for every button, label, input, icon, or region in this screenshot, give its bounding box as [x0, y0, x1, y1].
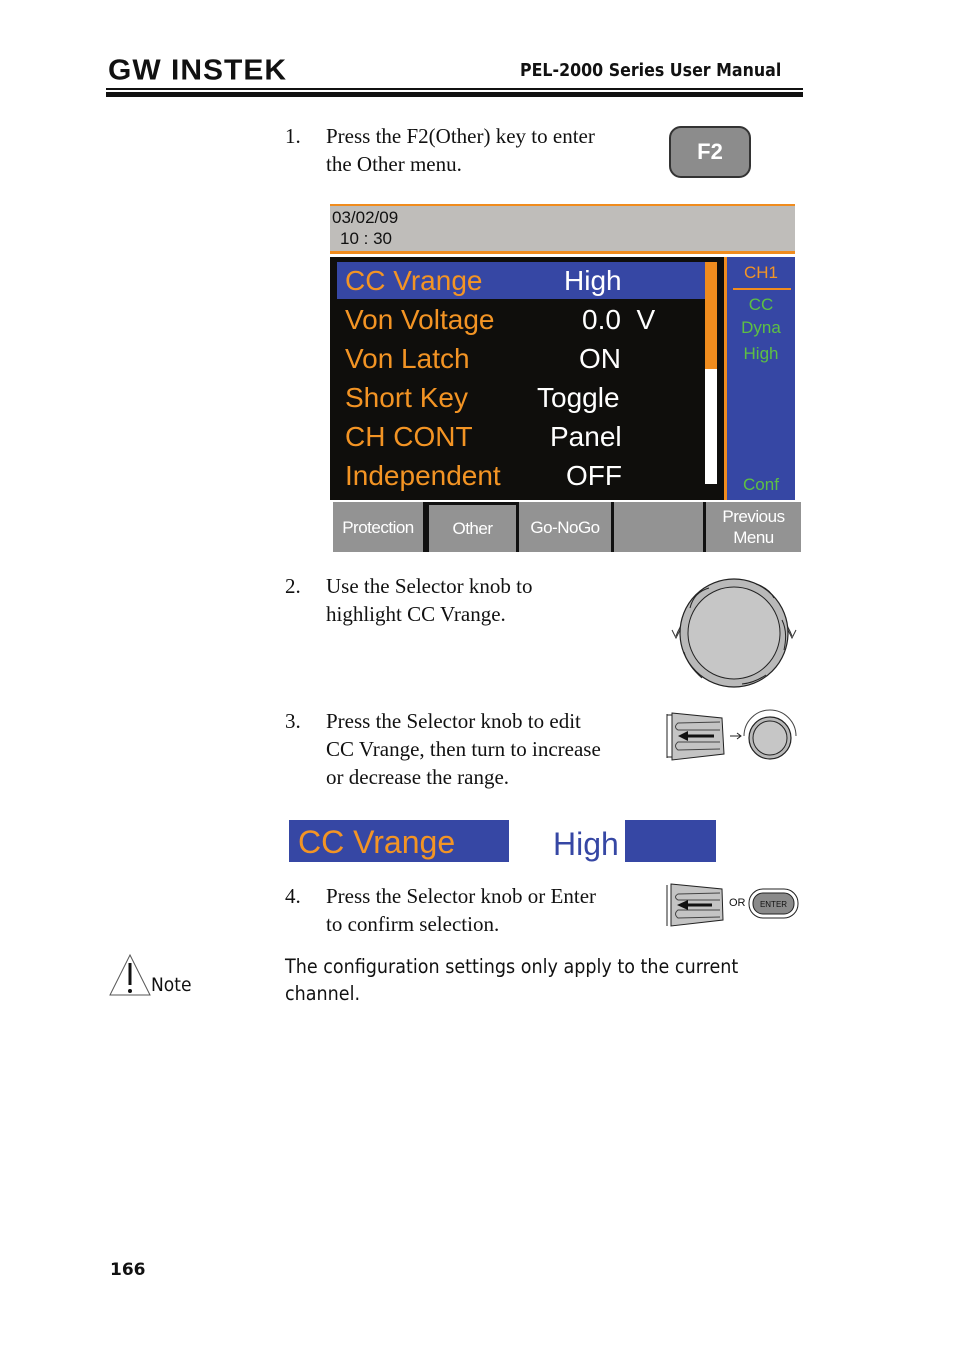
- step-3-line-1: Press the Selector knob to edit: [326, 709, 581, 733]
- step-2-line-1: Use the Selector knob to: [326, 574, 533, 598]
- screen-time: 10 : 30: [340, 229, 392, 248]
- or-label: OR: [729, 897, 746, 909]
- softkey-bar: Protection Other Go-NoGo Previous Menu: [330, 500, 801, 552]
- menu-row-label: Von Latch: [345, 343, 470, 374]
- highlighted-cc-vrange-label: CC Vrange: [289, 820, 509, 862]
- menu-row-cc-vrange[interactable]: CC Vrange High: [337, 262, 705, 299]
- softkey-other[interactable]: Other: [426, 502, 516, 552]
- menu-row-value: OFF: [566, 460, 622, 491]
- menu-row-independent[interactable]: Independent OFF: [337, 457, 705, 494]
- conf-label: Conf: [743, 475, 779, 494]
- menu-row-von-latch[interactable]: Von Latch ON: [337, 340, 705, 377]
- softkey-empty[interactable]: [614, 502, 703, 552]
- menu-row-label: CC Vrange: [345, 265, 483, 296]
- f2-key-icon: F2: [669, 126, 751, 178]
- dyna-label: Dyna: [741, 318, 781, 337]
- step-1-line-1: Press the F2(Other) key to enter: [326, 124, 595, 148]
- step-3-line-2: CC Vrange, then turn to increase: [326, 737, 601, 761]
- menu-row-short-key[interactable]: Short Key Toggle: [337, 379, 705, 416]
- softkey-go-nogo[interactable]: Go-NoGo: [519, 502, 611, 552]
- channel-status-panel: CH1 CC Dyna High Conf: [724, 257, 795, 500]
- step-2-number: 2.: [285, 574, 301, 598]
- note-label: Note: [151, 974, 192, 996]
- menu-row-value: 0.0 V: [582, 304, 656, 335]
- step-2-line-2: highlight CC Vrange.: [326, 602, 506, 626]
- note-text: The configuration settings only apply to…: [285, 955, 739, 1005]
- menu-row-value: Panel: [550, 421, 622, 452]
- screen-date: 03/02/09: [332, 208, 399, 227]
- step-1-text: Press the F2(Other) key to enter the Oth…: [326, 122, 666, 178]
- step-4-number: 4.: [285, 884, 301, 908]
- step-4-line-1: Press the Selector knob or Enter: [326, 884, 597, 908]
- menu-row-ch-cont[interactable]: CH CONT Panel: [337, 418, 705, 455]
- range-label: High: [743, 344, 779, 363]
- channel-divider: [733, 288, 791, 290]
- warning-triangle-icon: [109, 953, 151, 996]
- menu-row-value: ON: [579, 343, 621, 374]
- enter-key-icon: ENTER: [748, 888, 799, 919]
- manual-title: PEL-2000 Series User Manual: [520, 60, 782, 81]
- step-4-text: Press the Selector knob or Enter to conf…: [326, 882, 666, 938]
- gwinstek-logo: GW INSTEK: [108, 54, 287, 87]
- press-and-turn-knob-icon: [666, 709, 797, 761]
- press-knob-icon: [666, 883, 724, 927]
- header-rule-thick: [106, 92, 803, 97]
- page-number: 166: [110, 1260, 146, 1280]
- highlight-edit-box: [625, 820, 716, 862]
- highlighted-cc-vrange-value: High: [553, 826, 619, 862]
- header-rule: [106, 88, 803, 90]
- step-1-number: 1.: [285, 124, 301, 148]
- channel-label: CH1: [743, 263, 778, 282]
- step-2-text: Use the Selector knob to highlight CC Vr…: [326, 572, 666, 628]
- enter-key-label: ENTER: [760, 900, 787, 909]
- menu-scrollbar-thumb[interactable]: [705, 262, 717, 369]
- menu-row-value: Toggle: [537, 382, 620, 413]
- menu-row-label: Von Voltage: [345, 304, 495, 335]
- mode-label: CC: [748, 295, 774, 314]
- menu-row-label: Short Key: [345, 382, 468, 413]
- step-3-number: 3.: [285, 709, 301, 733]
- other-menu-list: CC Vrange High Von Voltage 0.0 V Von Lat…: [330, 257, 722, 500]
- softkey-protection[interactable]: Protection: [333, 502, 423, 552]
- menu-row-label: CH CONT: [345, 421, 473, 452]
- menu-row-label: Independent: [345, 460, 501, 491]
- step-3-line-3: or decrease the range.: [326, 765, 510, 789]
- step-4-line-2: to confirm selection.: [326, 912, 500, 936]
- menu-row-von-voltage[interactable]: Von Voltage 0.0 V: [337, 301, 705, 338]
- step-3-text: Press the Selector knob to edit CC Vrang…: [326, 707, 666, 791]
- selector-knob-turn-icon: [671, 578, 797, 688]
- menu-row-value: High: [564, 265, 622, 296]
- step-1-line-2: the Other menu.: [326, 152, 462, 176]
- screen-status-bar: 03/02/09 10 : 30: [330, 204, 795, 254]
- softkey-previous-menu[interactable]: Previous Menu: [706, 502, 801, 552]
